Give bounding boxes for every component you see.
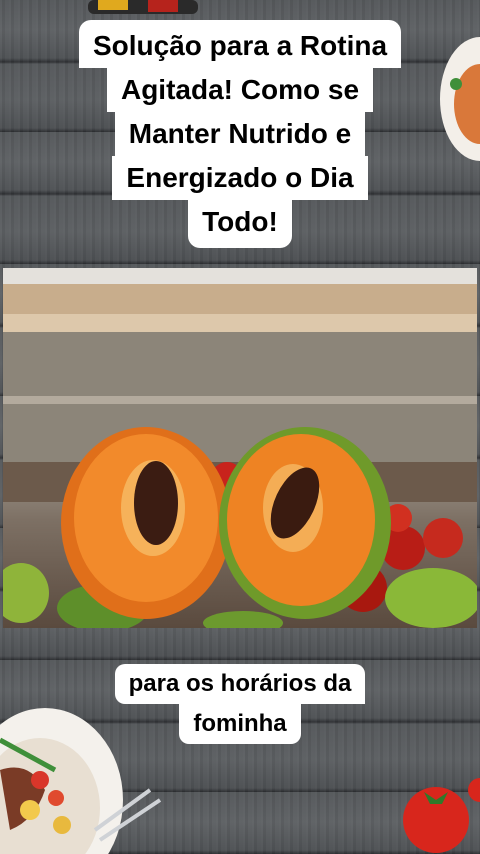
tomatoes-bottom-right-decoration — [403, 778, 480, 853]
title-line: Energizado o Dia — [112, 156, 368, 200]
title-line: Manter Nutrido e — [114, 112, 366, 156]
papaya-photo — [3, 268, 477, 628]
papaya-illustration — [3, 268, 477, 628]
subtitle-line: fominha — [179, 704, 301, 744]
subtitle-line: para os horários da — [114, 664, 366, 704]
title-line: Todo! — [188, 200, 292, 248]
food-top-decoration — [88, 0, 198, 14]
subtitle-caption: para os horários da fominha — [0, 664, 480, 744]
title-line: Agitada! Como se — [106, 68, 374, 112]
title-line: Solução para a Rotina — [78, 20, 402, 68]
title-caption: Solução para a Rotina Agitada! Como se M… — [0, 20, 480, 248]
